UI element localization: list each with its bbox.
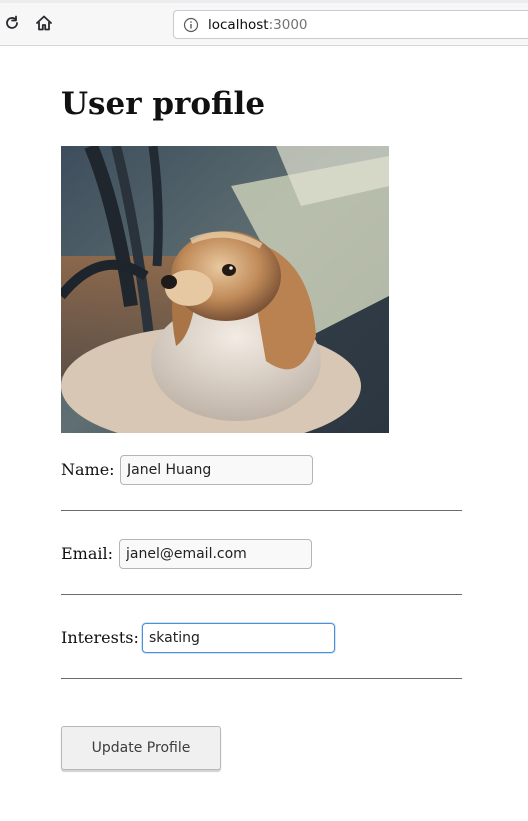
home-icon (36, 15, 52, 31)
info-icon[interactable] (183, 17, 199, 33)
profile-photo (61, 146, 389, 433)
interests-input[interactable] (142, 623, 335, 653)
tab-strip-edge (0, 0, 528, 3)
reload-button[interactable] (2, 13, 22, 33)
reload-icon (6, 15, 18, 29)
page-title: User profile (61, 86, 266, 122)
interests-label: Interests: (61, 628, 139, 647)
divider (61, 510, 462, 511)
url-port: :3000 (268, 17, 308, 33)
name-input[interactable] (120, 455, 313, 485)
browser-toolbar: localhost:3000 (0, 0, 528, 46)
home-button[interactable] (34, 13, 54, 33)
email-input[interactable] (119, 539, 312, 569)
dog-image (61, 146, 389, 433)
url-text: localhost:3000 (208, 17, 308, 33)
update-profile-button[interactable]: Update Profile (61, 726, 221, 770)
url-host: localhost (208, 17, 269, 33)
divider (61, 678, 462, 679)
email-label: Email: (61, 544, 114, 563)
name-label: Name: (61, 460, 115, 479)
divider (61, 594, 462, 595)
address-bar[interactable]: localhost:3000 (173, 10, 528, 39)
